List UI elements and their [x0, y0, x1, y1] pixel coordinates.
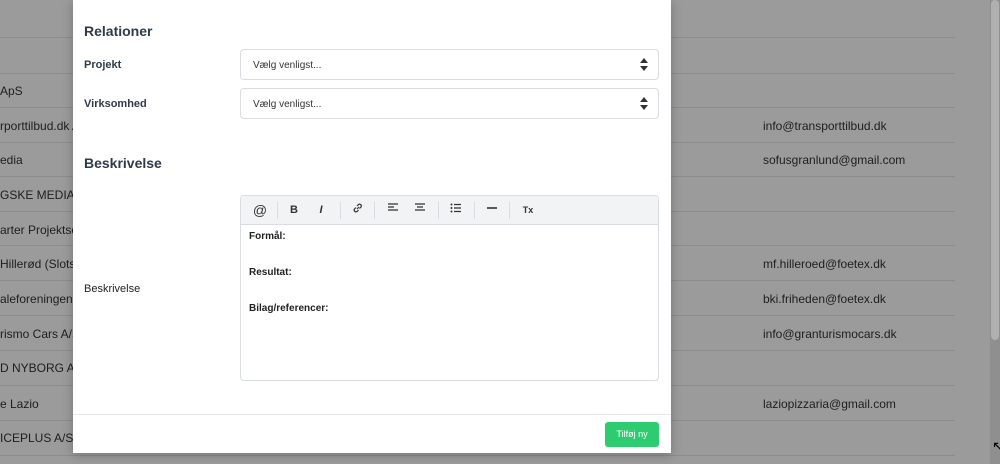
align-left-icon	[388, 203, 398, 211]
project-select-value: Vælg venligst...	[253, 60, 322, 71]
email-cell: mf.hilleroed@foetex.dk	[763, 257, 886, 271]
add-new-button[interactable]: Tilføj ny	[605, 422, 659, 447]
company-select[interactable]: Vælg venligst...	[240, 88, 659, 119]
editor-line: Bilag/referencer:	[249, 303, 329, 314]
editor-toolbar: @ B I Tx	[241, 196, 658, 225]
company-label: Virksomhed	[84, 98, 147, 110]
align-center-icon	[415, 203, 425, 211]
email-cell: sofusgranlund@gmail.com	[763, 153, 906, 167]
bold-button[interactable]: B	[287, 202, 301, 219]
email-cell: info@transporttilbud.dk	[763, 119, 887, 133]
description-label: Beskrivelse	[84, 283, 141, 295]
link-icon	[353, 203, 362, 213]
toolbar-divider	[340, 202, 341, 219]
toolbar-divider	[509, 202, 510, 219]
sort-arrows-icon	[640, 56, 648, 72]
clear-format-button[interactable]: Tx	[519, 202, 537, 219]
company-cell: edia	[0, 153, 23, 167]
sort-arrows-icon	[640, 95, 648, 111]
company-cell: rismo Cars A/S	[0, 327, 81, 341]
email-cell: bki.friheden@foetex.dk	[763, 292, 886, 306]
company-cell: aleforeningen I	[0, 292, 80, 306]
mouse-cursor-icon: ↖	[992, 438, 1000, 454]
toolbar-divider	[277, 202, 278, 219]
toolbar-divider	[474, 202, 475, 219]
italic-button[interactable]: I	[314, 202, 328, 219]
email-cell: laziopizzaria@gmail.com	[763, 397, 896, 411]
horizontal-rule-icon	[487, 207, 497, 209]
editor-line: Resultat:	[249, 267, 292, 278]
editor-line: Formål:	[249, 231, 286, 242]
description-heading: Beskrivelse	[84, 155, 162, 171]
company-cell: GSKE MEDIA A	[0, 188, 85, 202]
mention-button[interactable]: @	[251, 202, 269, 219]
link-button[interactable]	[349, 202, 367, 219]
company-cell: ICEPLUS A/S	[0, 431, 74, 445]
toolbar-divider	[374, 202, 375, 219]
project-select[interactable]: Vælg venligst...	[240, 49, 659, 80]
modal-footer	[73, 414, 671, 453]
relations-heading: Relationer	[84, 23, 153, 39]
project-label: Projekt	[84, 59, 122, 71]
toolbar-divider	[438, 202, 439, 219]
bullet-list-button[interactable]	[447, 202, 465, 219]
rich-text-editor[interactable]: @ B I Tx Formål: Resultat: Bilag/referen…	[240, 195, 659, 381]
company-cell: ApS	[0, 84, 23, 98]
bullet-list-icon	[450, 203, 461, 213]
create-modal: Relationer Projekt Vælg venligst... Virk…	[73, 0, 671, 453]
company-cell: arter Projektse	[0, 223, 79, 237]
align-center-button[interactable]	[411, 202, 429, 219]
page-scrollbar-thumb[interactable]	[991, 0, 999, 340]
align-left-button[interactable]	[384, 202, 402, 219]
horizontal-rule-button[interactable]	[483, 202, 501, 219]
company-cell: e Lazio	[0, 397, 39, 411]
company-select-value: Vælg venligst...	[253, 99, 322, 110]
email-cell: info@granturismocars.dk	[763, 327, 897, 341]
